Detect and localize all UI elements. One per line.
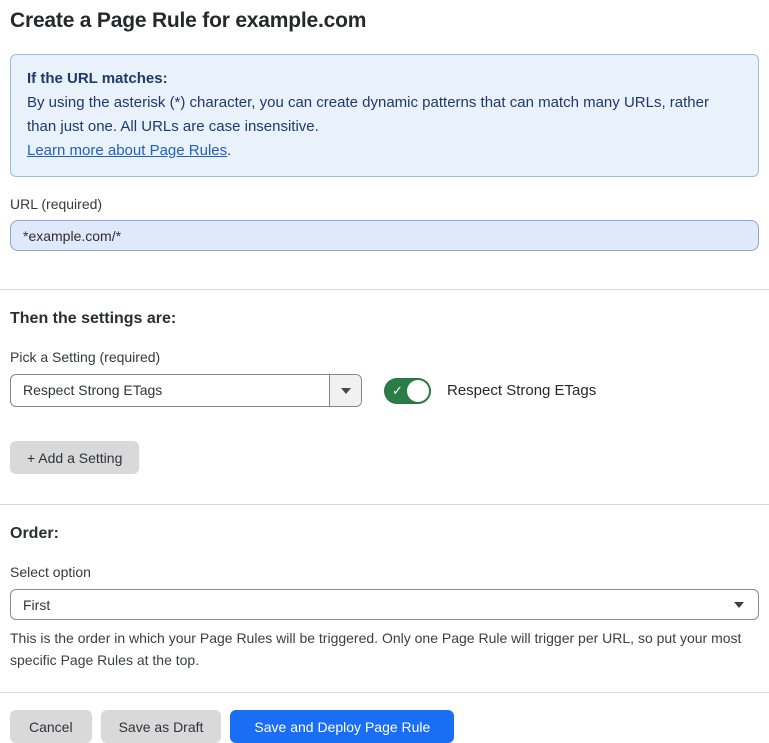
setting-select-arrow-button[interactable]	[329, 375, 361, 406]
info-box-body: By using the asterisk (*) character, you…	[27, 91, 742, 139]
url-input[interactable]	[10, 220, 759, 251]
toggle-knob	[407, 380, 429, 402]
chevron-down-icon	[341, 388, 351, 394]
settings-heading: Then the settings are:	[10, 290, 759, 328]
link-suffix: .	[227, 142, 231, 159]
check-icon: ✓	[392, 384, 403, 397]
pick-setting-label: Pick a Setting (required)	[10, 349, 759, 365]
setting-select-value: Respect Strong ETags	[11, 375, 329, 406]
order-select[interactable]: First	[10, 589, 759, 620]
order-select-value: First	[23, 597, 50, 613]
select-option-label: Select option	[10, 564, 759, 580]
respect-strong-etags-toggle[interactable]: ✓	[384, 378, 431, 404]
learn-more-link[interactable]: Learn more about Page Rules	[27, 142, 227, 159]
page-title: Create a Page Rule for example.com	[10, 0, 759, 33]
save-deploy-button[interactable]: Save and Deploy Page Rule	[230, 710, 454, 743]
url-match-info-box: If the URL matches: By using the asteris…	[10, 54, 759, 177]
toggle-label: Respect Strong ETags	[447, 382, 596, 399]
action-bar: Cancel Save as Draft Save and Deploy Pag…	[0, 693, 769, 743]
info-box-heading: If the URL matches:	[27, 67, 742, 91]
info-box-link-line: Learn more about Page Rules.	[27, 139, 742, 163]
order-heading: Order:	[10, 505, 759, 543]
cancel-button[interactable]: Cancel	[10, 710, 92, 743]
chevron-down-icon	[734, 602, 744, 608]
setting-row: Respect Strong ETags ✓ Respect Strong ET…	[10, 374, 759, 407]
order-help-text: This is the order in which your Page Rul…	[10, 628, 759, 671]
setting-select[interactable]: Respect Strong ETags	[10, 374, 362, 407]
save-draft-button[interactable]: Save as Draft	[101, 710, 222, 743]
add-setting-button[interactable]: + Add a Setting	[10, 441, 139, 474]
url-label: URL (required)	[10, 196, 759, 212]
